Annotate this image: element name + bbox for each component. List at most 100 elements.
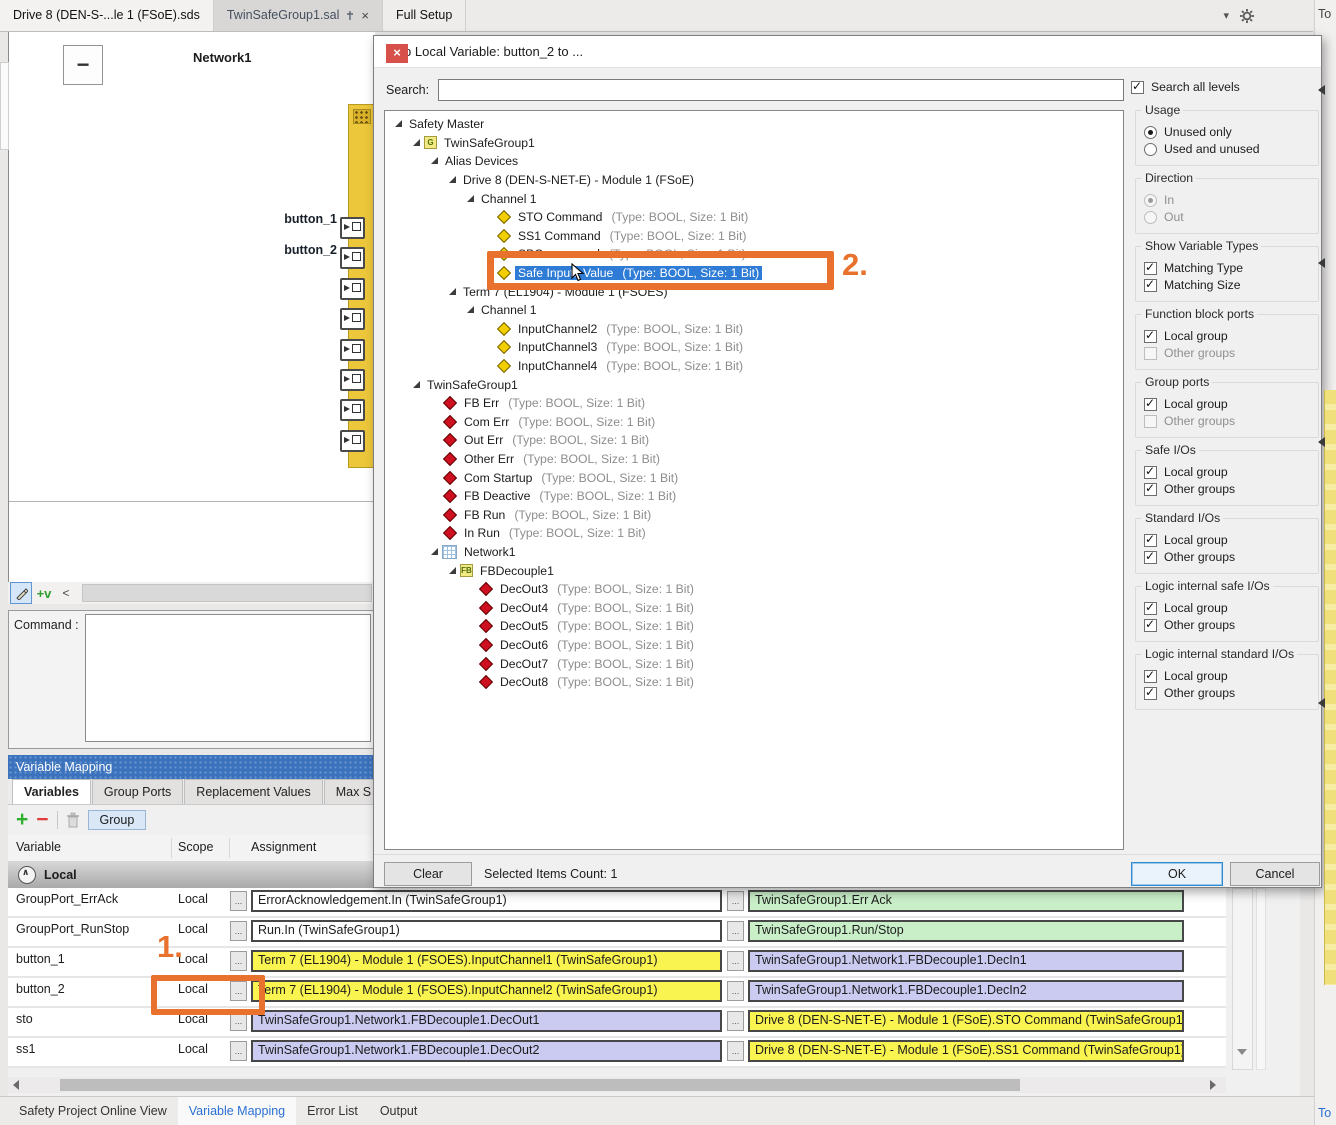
assignment-cell[interactable]: TwinSafeGroup1.Network1.FBDecouple1.DecI… bbox=[748, 980, 1184, 1002]
expand-arrow-icon[interactable] bbox=[465, 304, 478, 316]
assignment-browse-button[interactable]: ... bbox=[727, 951, 744, 971]
checkbox-icon[interactable] bbox=[1144, 279, 1157, 292]
ok-button[interactable]: OK bbox=[1131, 862, 1223, 886]
bottom-tab-safety-project-online-view[interactable]: Safety Project Online View bbox=[8, 1097, 178, 1125]
collapse-group-icon[interactable] bbox=[18, 866, 36, 884]
radio-icon[interactable] bbox=[1144, 126, 1157, 139]
assignment-cell[interactable]: Drive 8 (DEN-S-NET-E) - Module 1 (FSoE).… bbox=[748, 1040, 1184, 1062]
assignment-cell[interactable]: Term 7 (EL1904) - Module 1 (FSOES).Input… bbox=[251, 980, 722, 1002]
command-input[interactable] bbox=[85, 614, 371, 742]
radio-option[interactable]: Unused only bbox=[1144, 125, 1312, 139]
expand-arrow-icon[interactable] bbox=[465, 193, 478, 205]
checkbox-icon[interactable] bbox=[1131, 81, 1144, 94]
assignment-browse-button[interactable]: ... bbox=[727, 1041, 744, 1061]
scroll-left-icon[interactable] bbox=[13, 1080, 19, 1090]
assignment-cell[interactable]: ErrorAcknowledgement.In (TwinSafeGroup1) bbox=[251, 890, 722, 912]
add-row-button[interactable]: + bbox=[16, 808, 28, 832]
pin-icon[interactable] bbox=[345, 10, 355, 21]
clear-button[interactable]: Clear bbox=[384, 862, 472, 886]
checkbox-icon[interactable] bbox=[1144, 415, 1157, 428]
assignment-browse-button[interactable]: ... bbox=[230, 951, 247, 971]
tree-item[interactable]: GTwinSafeGroup1 bbox=[385, 134, 1123, 153]
tree-item[interactable]: SS1 Command(Type: BOOL, Size: 1 Bit) bbox=[385, 227, 1123, 246]
expand-arrow-icon[interactable] bbox=[447, 565, 460, 577]
tree-item[interactable]: FBFBDecouple1 bbox=[385, 561, 1123, 580]
gear-icon[interactable] bbox=[1239, 8, 1255, 24]
tab-full-setup[interactable]: Full Setup bbox=[383, 0, 466, 31]
tree-item[interactable]: DecOut5(Type: BOOL, Size: 1 Bit) bbox=[385, 617, 1123, 636]
checkbox-icon[interactable] bbox=[1144, 551, 1157, 564]
checkbox-option[interactable]: Other groups bbox=[1144, 686, 1312, 700]
tree-item[interactable]: Channel 1 bbox=[385, 301, 1123, 320]
checkbox-option[interactable]: Local group bbox=[1144, 533, 1312, 547]
checkbox-option[interactable]: Matching Type bbox=[1144, 261, 1312, 275]
tree-item[interactable]: DecOut8(Type: BOOL, Size: 1 Bit) bbox=[385, 673, 1123, 692]
assignment-browse-button[interactable]: ... bbox=[230, 1041, 247, 1061]
tree-item[interactable]: Out Err(Type: BOOL, Size: 1 Bit) bbox=[385, 431, 1123, 450]
assignment-cell[interactable]: Run.In (TwinSafeGroup1) bbox=[251, 920, 722, 942]
bottom-tab-variable-mapping[interactable]: Variable Mapping bbox=[178, 1097, 296, 1125]
tree-item[interactable]: Safety Master bbox=[385, 115, 1123, 134]
column-scope[interactable]: Scope bbox=[178, 840, 213, 854]
tree-item[interactable]: Drive 8 (DEN-S-NET-E) - Module 1 (FSoE) bbox=[385, 171, 1123, 190]
checkbox-icon[interactable] bbox=[1144, 602, 1157, 615]
assignment-cell[interactable]: TwinSafeGroup1.Err Ack bbox=[748, 890, 1184, 912]
input-connector-icon[interactable] bbox=[340, 369, 365, 391]
input-connector-icon[interactable] bbox=[340, 399, 365, 421]
scrollbar-thumb[interactable] bbox=[60, 1079, 1020, 1091]
checkbox-icon[interactable] bbox=[1144, 347, 1157, 360]
input-connector-icon[interactable] bbox=[340, 247, 365, 269]
tree-item[interactable]: DecOut4(Type: BOOL, Size: 1 Bit) bbox=[385, 598, 1123, 617]
assignment-cell[interactable]: TwinSafeGroup1.Network1.FBDecouple1.DecI… bbox=[748, 950, 1184, 972]
secondary-scrollbar[interactable] bbox=[1256, 888, 1266, 1070]
tab-drive8-sds[interactable]: Drive 8 (DEN-S-...le 1 (FSoE).sds bbox=[0, 0, 214, 31]
checkbox-icon[interactable] bbox=[1144, 330, 1157, 343]
tab-close-icon[interactable]: × bbox=[361, 0, 369, 31]
expand-arrow-icon[interactable] bbox=[411, 137, 424, 149]
checkbox-option[interactable]: Other groups bbox=[1144, 618, 1312, 632]
checkbox-icon[interactable] bbox=[1144, 687, 1157, 700]
mapping-tab-group-ports[interactable]: Group Ports bbox=[92, 779, 183, 804]
radio-icon[interactable] bbox=[1144, 194, 1157, 207]
radio-icon[interactable] bbox=[1144, 211, 1157, 224]
assignment-browse-button[interactable]: ... bbox=[230, 891, 247, 911]
dialog-title-bar[interactable]: Map Local Variable: button_2 to ... × bbox=[374, 36, 1321, 68]
tree-item[interactable]: FB Err(Type: BOOL, Size: 1 Bit) bbox=[385, 394, 1123, 413]
collapse-arrow-icon[interactable] bbox=[1318, 437, 1325, 447]
checkbox-option[interactable]: Other groups bbox=[1144, 346, 1312, 360]
horizontal-scrollbar[interactable] bbox=[8, 1077, 1226, 1093]
scope-cell[interactable]: Local bbox=[178, 892, 208, 906]
assignment-cell[interactable]: TwinSafeGroup1.Run/Stop bbox=[748, 920, 1184, 942]
tree-item[interactable]: InputChannel4(Type: BOOL, Size: 1 Bit) bbox=[385, 357, 1123, 376]
input-connector-icon[interactable] bbox=[340, 430, 365, 452]
tree-item[interactable]: InputChannel2(Type: BOOL, Size: 1 Bit) bbox=[385, 320, 1123, 339]
remove-row-button[interactable]: − bbox=[36, 808, 48, 832]
tree-item[interactable]: Network1 bbox=[385, 543, 1123, 562]
collapse-arrow-icon[interactable] bbox=[1318, 85, 1325, 95]
assignment-browse-button[interactable]: ... bbox=[727, 891, 744, 911]
tree-item[interactable]: DecOut6(Type: BOOL, Size: 1 Bit) bbox=[385, 636, 1123, 655]
tree-item[interactable]: Channel 1 bbox=[385, 189, 1123, 208]
toolbox-tab-bottom[interactable]: To bbox=[1318, 1106, 1331, 1120]
tree-item[interactable]: DecOut3(Type: BOOL, Size: 1 Bit) bbox=[385, 580, 1123, 599]
network-collapse-button[interactable]: − bbox=[63, 45, 103, 85]
tree-item[interactable]: TwinSafeGroup1 bbox=[385, 375, 1123, 394]
checkbox-option[interactable]: Other groups bbox=[1144, 482, 1312, 496]
expand-arrow-icon[interactable] bbox=[393, 118, 406, 130]
tree-item[interactable]: STO Command(Type: BOOL, Size: 1 Bit) bbox=[385, 208, 1123, 227]
assignment-browse-button[interactable]: ... bbox=[230, 921, 247, 941]
expand-arrow-icon[interactable] bbox=[429, 546, 442, 558]
radio-icon[interactable] bbox=[1144, 143, 1157, 156]
checkbox-icon[interactable] bbox=[1144, 466, 1157, 479]
checkbox-icon[interactable] bbox=[1144, 619, 1157, 632]
toolbox-tab-top[interactable]: To bbox=[1318, 7, 1331, 21]
mapping-tab-variables[interactable]: Variables bbox=[12, 779, 91, 804]
scope-cell[interactable]: Local bbox=[178, 1042, 208, 1056]
column-assignment[interactable]: Assignment bbox=[251, 840, 316, 854]
tree-item[interactable]: Com Startup(Type: BOOL, Size: 1 Bit) bbox=[385, 468, 1123, 487]
checkbox-option[interactable]: Other groups bbox=[1144, 550, 1312, 564]
edit-pointer-icon[interactable] bbox=[10, 582, 32, 604]
group-button[interactable]: Group bbox=[88, 810, 147, 830]
vertical-scrollbar[interactable] bbox=[1232, 888, 1253, 1070]
checkbox-option[interactable]: Local group bbox=[1144, 397, 1312, 411]
